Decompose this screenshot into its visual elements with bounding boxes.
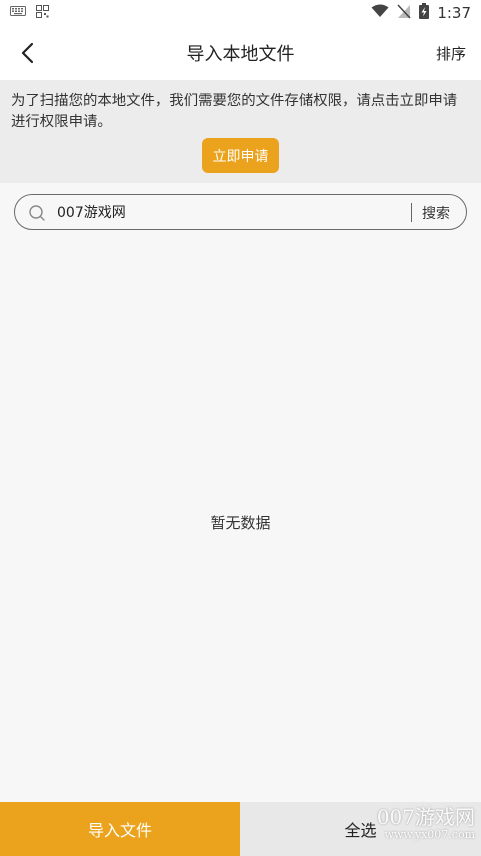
status-time: 1:37 (437, 4, 471, 22)
status-bar: 1:37 (0, 0, 481, 26)
permission-notice-text: 为了扫描您的本地文件，我们需要您的文件存储权限，请点击立即申请进行权限申请。 (11, 93, 458, 130)
search-divider (411, 203, 412, 222)
search-button[interactable]: 搜索 (422, 203, 450, 223)
watermark: 007游戏网 www.yx007.com (377, 806, 475, 841)
battery-charging-icon (419, 3, 430, 23)
back-button[interactable] (12, 38, 42, 68)
empty-state-text: 暂无数据 (210, 514, 271, 532)
select-all-label: 全选 (344, 821, 377, 840)
search-input[interactable] (57, 201, 407, 223)
qr-icon (36, 4, 49, 22)
select-all-button[interactable]: 全选 007游戏网 www.yx007.com (240, 802, 481, 856)
import-files-button[interactable]: 导入文件 (0, 802, 240, 856)
chevron-left-icon (21, 42, 34, 64)
wifi-icon (371, 4, 389, 22)
page-title: 导入本地文件 (186, 44, 295, 65)
watermark-title: 007游戏网 (376, 805, 475, 829)
status-left (10, 4, 49, 22)
watermark-url: www.yx007.com (384, 828, 475, 841)
keyboard-icon (10, 5, 26, 21)
bottom-bar: 导入文件 全选 007游戏网 www.yx007.com (0, 802, 481, 856)
app-header: 导入本地文件 排序 (0, 26, 481, 80)
status-right: 1:37 (371, 3, 471, 23)
sort-button[interactable]: 排序 (436, 43, 466, 64)
apply-permission-button[interactable]: 立即申请 (202, 138, 279, 173)
no-sim-icon (397, 3, 411, 23)
search-box: 搜索 (14, 194, 467, 230)
search-icon (29, 205, 45, 221)
